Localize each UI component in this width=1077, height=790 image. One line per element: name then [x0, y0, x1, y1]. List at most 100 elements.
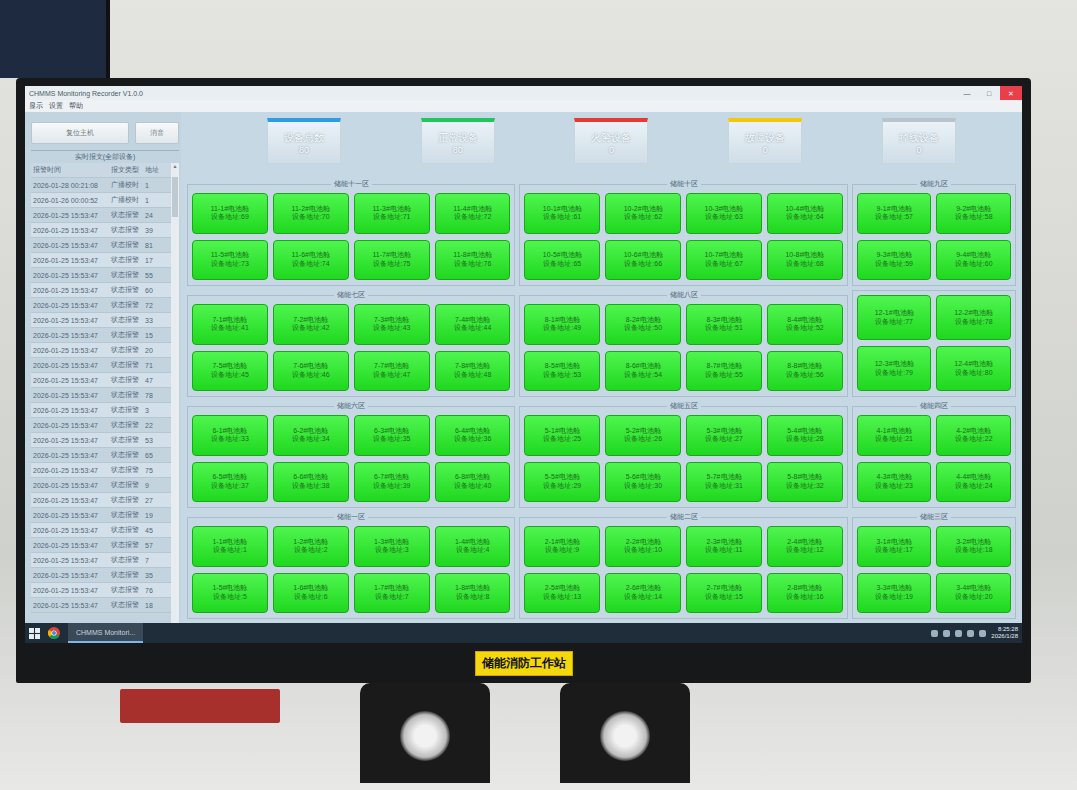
device-card[interactable]: 2-8#电池舱设备地址:16	[767, 573, 843, 614]
windows-start-icon[interactable]	[29, 628, 40, 639]
device-card[interactable]: 12-4#电池舱设备地址:80	[936, 346, 1011, 391]
device-card[interactable]: 8-2#电池舱设备地址:50	[605, 304, 681, 345]
log-row[interactable]: 2026-01-25 15:53:47状态报警27	[31, 493, 171, 508]
device-card[interactable]: 6-7#电池舱设备地址:39	[354, 462, 430, 503]
log-row[interactable]: 2026-01-25 15:53:47状态报警71	[31, 358, 171, 373]
device-card[interactable]: 6-5#电池舱设备地址:37	[192, 462, 268, 503]
scrollbar[interactable]: ▲	[171, 163, 179, 623]
menu-item[interactable]: 显示	[29, 101, 43, 111]
device-card[interactable]: 7-4#电池舱设备地址:44	[435, 304, 511, 345]
device-card[interactable]: 9-4#电池舱设备地址:60	[936, 240, 1011, 281]
device-card[interactable]: 12-3#电池舱设备地址:79	[857, 346, 932, 391]
device-card[interactable]: 7-2#电池舱设备地址:42	[273, 304, 349, 345]
device-card[interactable]: 1-5#电池舱设备地址:5	[192, 573, 268, 614]
device-card[interactable]: 7-3#电池舱设备地址:43	[354, 304, 430, 345]
log-row[interactable]: 2026-01-25 15:53:47状态报警81	[31, 238, 171, 253]
device-card[interactable]: 2-4#电池舱设备地址:12	[767, 526, 843, 567]
device-card[interactable]: 8-6#电池舱设备地址:54	[605, 351, 681, 392]
device-card[interactable]: 7-5#电池舱设备地址:45	[192, 351, 268, 392]
device-card[interactable]: 10-3#电池舱设备地址:63	[686, 193, 762, 234]
device-card[interactable]: 2-3#电池舱设备地址:11	[686, 526, 762, 567]
log-row[interactable]: 2026-01-25 15:53:47状态报警17	[31, 253, 171, 268]
device-card[interactable]: 6-6#电池舱设备地址:38	[273, 462, 349, 503]
device-card[interactable]: 11-1#电池舱设备地址:69	[192, 193, 268, 234]
window-control-button[interactable]: —	[956, 86, 978, 100]
device-card[interactable]: 8-3#电池舱设备地址:51	[686, 304, 762, 345]
device-card[interactable]: 1-3#电池舱设备地址:3	[354, 526, 430, 567]
tray-icon[interactable]	[931, 630, 938, 637]
tray-icon[interactable]	[979, 630, 986, 637]
log-row[interactable]: 2026-01-25 15:53:47状态报警76	[31, 583, 171, 598]
device-card[interactable]: 8-8#电池舱设备地址:56	[767, 351, 843, 392]
log-row[interactable]: 2026-01-25 15:53:47状态报警33	[31, 313, 171, 328]
log-column[interactable]: 地址	[143, 165, 171, 175]
device-card[interactable]: 11-3#电池舱设备地址:71	[354, 193, 430, 234]
device-card[interactable]: 4-2#电池舱设备地址:22	[936, 415, 1011, 456]
device-card[interactable]: 6-8#电池舱设备地址:40	[435, 462, 511, 503]
device-card[interactable]: 6-2#电池舱设备地址:34	[273, 415, 349, 456]
taskbar-app[interactable]: CHMMS Monitori...	[68, 623, 143, 643]
device-card[interactable]: 2-1#电池舱设备地址:9	[524, 526, 600, 567]
device-card[interactable]: 1-8#电池舱设备地址:8	[435, 573, 511, 614]
device-card[interactable]: 11-7#电池舱设备地址:75	[354, 240, 430, 281]
log-row[interactable]: 2026-01-25 15:53:47状态报警7	[31, 553, 171, 568]
device-card[interactable]: 12-2#电池舱设备地址:78	[936, 295, 1011, 340]
device-card[interactable]: 3-1#电池舱设备地址:17	[857, 526, 932, 567]
device-card[interactable]: 10-7#电池舱设备地址:67	[686, 240, 762, 281]
chrome-icon[interactable]	[48, 627, 60, 639]
device-card[interactable]: 5-6#电池舱设备地址:30	[605, 462, 681, 503]
device-card[interactable]: 1-4#电池舱设备地址:4	[435, 526, 511, 567]
menu-item[interactable]: 设置	[49, 101, 63, 111]
device-card[interactable]: 6-4#电池舱设备地址:36	[435, 415, 511, 456]
device-card[interactable]: 4-4#电池舱设备地址:24	[936, 462, 1011, 503]
device-card[interactable]: 9-1#电池舱设备地址:57	[857, 193, 932, 234]
log-row[interactable]: 2026-01-25 15:53:47状态报警9	[31, 478, 171, 493]
tray-icon[interactable]	[967, 630, 974, 637]
window-control-button[interactable]: □	[978, 86, 1000, 100]
log-row[interactable]: 2026-01-25 15:53:47状态报警24	[31, 208, 171, 223]
scroll-up-icon[interactable]: ▲	[173, 164, 178, 169]
device-card[interactable]: 1-7#电池舱设备地址:7	[354, 573, 430, 614]
device-card[interactable]: 10-5#电池舱设备地址:65	[524, 240, 600, 281]
device-card[interactable]: 5-7#电池舱设备地址:31	[686, 462, 762, 503]
log-row[interactable]: 2026-01-25 15:53:47状态报警47	[31, 373, 171, 388]
log-row[interactable]: 2026-01-28 00:21:08广播校时1	[31, 178, 171, 193]
device-card[interactable]: 1-6#电池舱设备地址:6	[273, 573, 349, 614]
device-card[interactable]: 5-4#电池舱设备地址:28	[767, 415, 843, 456]
device-card[interactable]: 5-3#电池舱设备地址:27	[686, 415, 762, 456]
log-row[interactable]: 2026-01-25 15:53:47状态报警57	[31, 538, 171, 553]
panel-button[interactable]: 消音	[135, 122, 179, 144]
log-row[interactable]: 2026-01-25 15:53:47状态报警20	[31, 343, 171, 358]
log-row[interactable]: 2026-01-25 15:53:47状态报警22	[31, 418, 171, 433]
device-card[interactable]: 11-8#电池舱设备地址:76	[435, 240, 511, 281]
log-row[interactable]: 2026-01-25 15:53:47状态报警3	[31, 403, 171, 418]
device-card[interactable]: 1-1#电池舱设备地址:1	[192, 526, 268, 567]
log-row[interactable]: 2026-01-25 15:53:47状态报警18	[31, 598, 171, 613]
log-column[interactable]: 报文类型	[109, 165, 143, 175]
device-card[interactable]: 8-1#电池舱设备地址:49	[524, 304, 600, 345]
device-card[interactable]: 4-1#电池舱设备地址:21	[857, 415, 932, 456]
log-row[interactable]: 2026-01-25 15:53:47状态报警72	[31, 298, 171, 313]
device-card[interactable]: 5-5#电池舱设备地址:29	[524, 462, 600, 503]
device-card[interactable]: 9-3#电池舱设备地址:59	[857, 240, 932, 281]
device-card[interactable]: 3-4#电池舱设备地址:20	[936, 573, 1011, 614]
tray-icon[interactable]	[943, 630, 950, 637]
device-card[interactable]: 3-2#电池舱设备地址:18	[936, 526, 1011, 567]
log-row[interactable]: 2026-01-25 15:53:47状态报警45	[31, 523, 171, 538]
log-column[interactable]: 报警时间	[31, 165, 109, 175]
device-card[interactable]: 8-7#电池舱设备地址:55	[686, 351, 762, 392]
log-row[interactable]: 2026-01-25 15:53:47状态报警65	[31, 448, 171, 463]
log-row[interactable]: 2026-01-25 15:53:47状态报警15	[31, 328, 171, 343]
device-card[interactable]: 10-6#电池舱设备地址:66	[605, 240, 681, 281]
device-card[interactable]: 2-7#电池舱设备地址:15	[686, 573, 762, 614]
device-card[interactable]: 5-1#电池舱设备地址:25	[524, 415, 600, 456]
device-card[interactable]: 2-5#电池舱设备地址:13	[524, 573, 600, 614]
device-card[interactable]: 11-5#电池舱设备地址:73	[192, 240, 268, 281]
device-card[interactable]: 7-7#电池舱设备地址:47	[354, 351, 430, 392]
device-card[interactable]: 10-4#电池舱设备地址:64	[767, 193, 843, 234]
device-card[interactable]: 8-5#电池舱设备地址:53	[524, 351, 600, 392]
device-card[interactable]: 11-6#电池舱设备地址:74	[273, 240, 349, 281]
scroll-thumb[interactable]	[172, 177, 178, 217]
log-row[interactable]: 2026-01-25 15:53:47状态报警78	[31, 388, 171, 403]
device-card[interactable]: 7-1#电池舱设备地址:41	[192, 304, 268, 345]
